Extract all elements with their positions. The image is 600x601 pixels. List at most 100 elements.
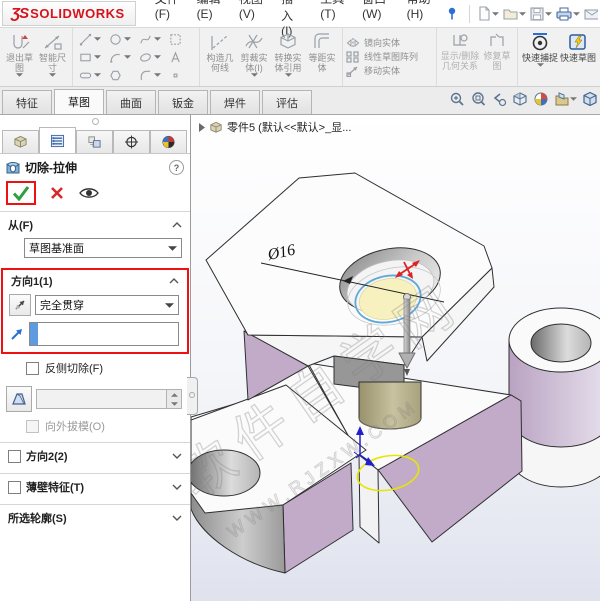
rapid-sketch-button[interactable]: 快速草图 [559,30,597,65]
point-tool[interactable] [166,66,196,84]
previous-view-icon[interactable] [491,91,507,107]
panel-splitter-handle[interactable] [187,377,198,415]
clipped-toolbar-icon[interactable] [582,6,600,22]
view-orientation-cube-icon[interactable] [582,91,598,107]
spline-tool[interactable] [136,30,166,48]
convert-entities-button[interactable]: 转换实体引用 [271,30,305,79]
section-direction2[interactable]: 方向2(2) [0,443,190,467]
flip-side-checkbox[interactable] [26,361,39,375]
fillet-tool[interactable] [136,66,166,84]
solidworks-window: ƷS SOLIDWORKS 文件(F) 编辑(E) 视图(V) 插入(I) 工具… [0,0,600,601]
quick-snaps-button[interactable]: 快速捕捉 [521,30,559,69]
open-file-button[interactable] [501,5,528,22]
chevron-down-icon [172,484,182,490]
sketch-picture-tool[interactable] [166,30,196,48]
chevron-down-icon [94,37,101,41]
tab-evaluate[interactable]: 评估 [262,90,312,114]
tab-sketch[interactable]: 草图 [54,89,104,114]
tab-sheetmetal[interactable]: 钣金 [158,90,208,114]
arc-tool[interactable] [106,48,136,66]
offset-entities-button[interactable]: 等距实体 [305,30,339,75]
chevron-down-icon [94,55,101,59]
group-sketch-modify: 构造几何线 剪裁实体(I) 转换实体引用 等距实体 [200,28,343,86]
ok-check-button[interactable] [12,185,30,201]
end-condition-dropdown[interactable]: 完全贯穿 [35,295,179,315]
line-tool[interactable] [76,30,106,48]
configurations-icon [88,136,101,148]
direction2-checkbox[interactable] [8,449,21,463]
cancel-x-button[interactable] [50,186,64,200]
expand-arrow-icon[interactable] [199,122,205,132]
move-entities-button[interactable]: 移动实体 [346,65,418,77]
divider [469,4,470,23]
model-view[interactable]: Ø16 软件自学网 WWW.RJZXW.COM [191,115,600,601]
section-direction1[interactable]: 方向1(1) [3,270,187,292]
trim-entities-button[interactable]: 剪裁实体(I) [237,30,271,79]
smart-dimension-button[interactable]: 智能尺寸 [36,30,69,79]
tab-weldments[interactable]: 焊件 [210,90,260,114]
chevron-down-icon [124,55,131,59]
slot-tool[interactable] [76,66,106,84]
panel-grip[interactable] [92,118,99,125]
draft-angle-field[interactable] [36,389,182,409]
tab-features[interactable]: 特征 [2,90,52,114]
new-file-button[interactable] [475,4,501,23]
panel-tab-strip [0,123,190,154]
action-row [0,179,190,212]
tab-feature-tree[interactable] [2,130,39,153]
flyout-feature-tree[interactable]: 零件5 (默认<<默认>_显... [199,119,351,135]
construction-line-button[interactable]: 构造几何线 [203,30,237,75]
heads-up-toolbar [449,91,598,107]
command-manager-toolbar: 退出草图 智能尺寸 构造几何线 剪裁实体(I) 转换实体引用 等距实体 镜向实体… [0,28,600,87]
section-from[interactable]: 从(F) [0,212,190,236]
circle-tool[interactable] [106,30,136,48]
ellipse-tool[interactable] [136,48,166,66]
draft-button[interactable] [6,386,32,412]
draft-angle-spinner[interactable] [166,390,181,408]
tab-display-manager[interactable] [150,130,187,153]
draft-outward-checkbox[interactable] [26,419,39,433]
zoom-fit-icon[interactable] [449,91,465,107]
rectangle-tool[interactable] [76,48,106,66]
save-button[interactable] [528,5,554,23]
pin-icon[interactable] [446,7,458,20]
graphics-viewport[interactable]: 零件5 (默认<<默认>_显... Ø16 软件自学网 WWW.RJZXW.CO… [191,115,600,601]
tab-property-manager[interactable] [39,127,76,153]
preview-eye-button[interactable] [78,186,100,200]
group-quick: 快速捕捉 快速草图 [518,28,600,86]
from-dropdown[interactable]: 草图基准面 [24,238,182,258]
model-right-lobe[interactable] [508,307,600,488]
chevron-down-icon [16,73,23,77]
zoom-area-icon[interactable] [470,91,486,107]
main-area: 切除-拉伸 ? 从(F) 草图基准面 方向1(1) 完全贯穿 反侧切除(F) 向… [0,115,600,601]
polygon-tool[interactable] [106,66,136,84]
thin-feature-checkbox[interactable] [8,480,21,494]
mirror-entities-button[interactable]: 镜向实体 [346,37,418,49]
selection-highlight [30,323,38,345]
tab-configuration-manager[interactable] [76,130,113,153]
display-delete-relations-button[interactable]: 显示/删除几何关系 [440,30,480,73]
direction-reference-listbox[interactable] [29,322,179,346]
chevron-down-icon [172,515,182,521]
chevron-down-icon [536,63,544,67]
scene-button[interactable] [554,91,577,107]
solidworks-logo[interactable]: ƷS SOLIDWORKS [2,1,136,26]
tab-dimxpert-manager[interactable] [113,130,150,153]
repair-sketch-button[interactable]: 修复草图 [480,30,514,73]
tab-surfaces[interactable]: 曲面 [106,90,156,114]
property-manager-icon [50,134,65,147]
logo-mark: ƷS [11,5,29,22]
help-icon[interactable]: ? [169,160,184,175]
chevron-down-icon [165,302,174,308]
exit-sketch-button[interactable]: 退出草图 [3,30,36,79]
section-selected-contours[interactable]: 所选轮廓(S) [0,505,190,529]
text-tool[interactable] [166,48,196,66]
section-view-icon[interactable] [512,91,528,107]
appearances-icon[interactable] [533,91,549,107]
feature-title: 切除-拉伸 [25,161,77,175]
section-thin-feature[interactable]: 薄壁特征(T) [0,474,190,498]
group-relations: 显示/删除几何关系 修复草图 [437,28,518,86]
print-button[interactable] [554,5,582,23]
linear-pattern-button[interactable]: 线性草图阵列 [346,51,418,63]
reverse-direction-button[interactable] [9,294,31,316]
